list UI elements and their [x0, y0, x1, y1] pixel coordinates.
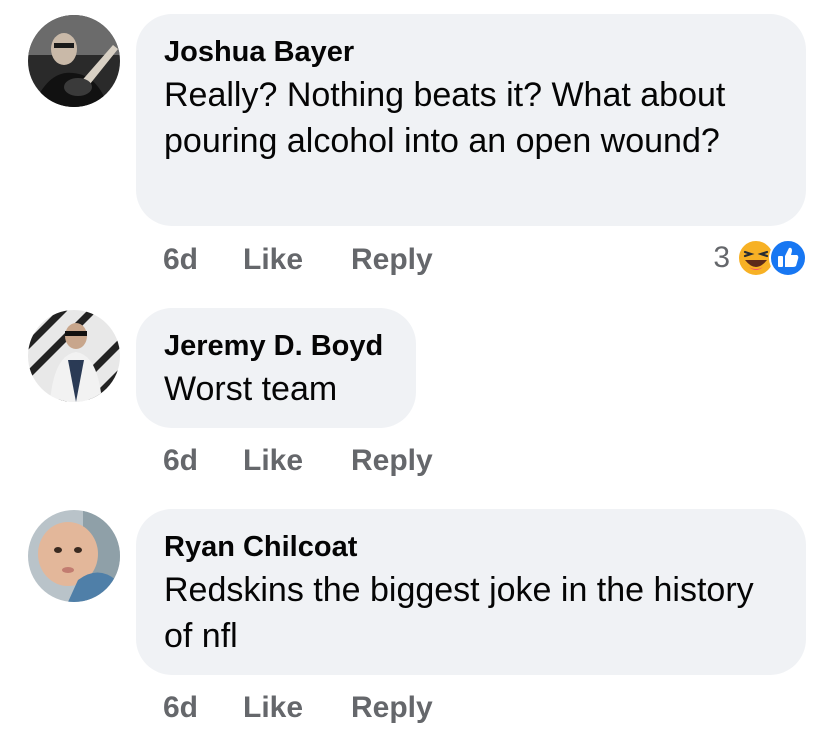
reply-button[interactable]: Reply	[351, 691, 433, 725]
comment-actions: 6d Like Reply	[163, 691, 433, 725]
comment-bubble: Jeremy D. Boyd Worst team	[136, 308, 416, 428]
reply-button[interactable]: Reply	[351, 444, 433, 478]
avatar-photo-joshua	[28, 15, 120, 107]
comment-timestamp[interactable]: 6d	[163, 691, 243, 725]
like-icon	[769, 239, 807, 277]
reaction-summary[interactable]: 3	[713, 238, 808, 278]
comment-bubble: Ryan Chilcoat Redskins the biggest joke …	[136, 509, 806, 675]
reply-button[interactable]: Reply	[351, 243, 433, 277]
comment-timestamp[interactable]: 6d	[163, 444, 243, 478]
comment-actions: 6d Like Reply	[163, 444, 433, 478]
comment-author[interactable]: Jeremy D. Boyd	[164, 328, 388, 364]
comment-actions: 6d Like Reply	[163, 243, 433, 277]
comment-text: Worst team	[164, 370, 338, 408]
comment-timestamp[interactable]: 6d	[163, 243, 243, 277]
avatar[interactable]	[28, 310, 120, 402]
comment-bubble: Joshua Bayer Really? Nothing beats it? W…	[136, 14, 806, 226]
comment-author[interactable]: Joshua Bayer	[164, 34, 778, 70]
like-button[interactable]: Like	[243, 691, 351, 725]
avatar[interactable]	[28, 510, 120, 602]
reaction-count: 3	[713, 241, 730, 274]
avatar-photo-jeremy	[28, 310, 120, 402]
avatar-photo-ryan	[28, 510, 120, 602]
avatar[interactable]	[28, 15, 120, 107]
comment-text: Really? Nothing beats it? What about pou…	[164, 76, 726, 160]
like-button[interactable]: Like	[243, 444, 351, 478]
comment-author[interactable]: Ryan Chilcoat	[164, 529, 778, 565]
comment-text: Redskins the biggest joke in the history…	[164, 571, 754, 655]
like-button[interactable]: Like	[243, 243, 351, 277]
